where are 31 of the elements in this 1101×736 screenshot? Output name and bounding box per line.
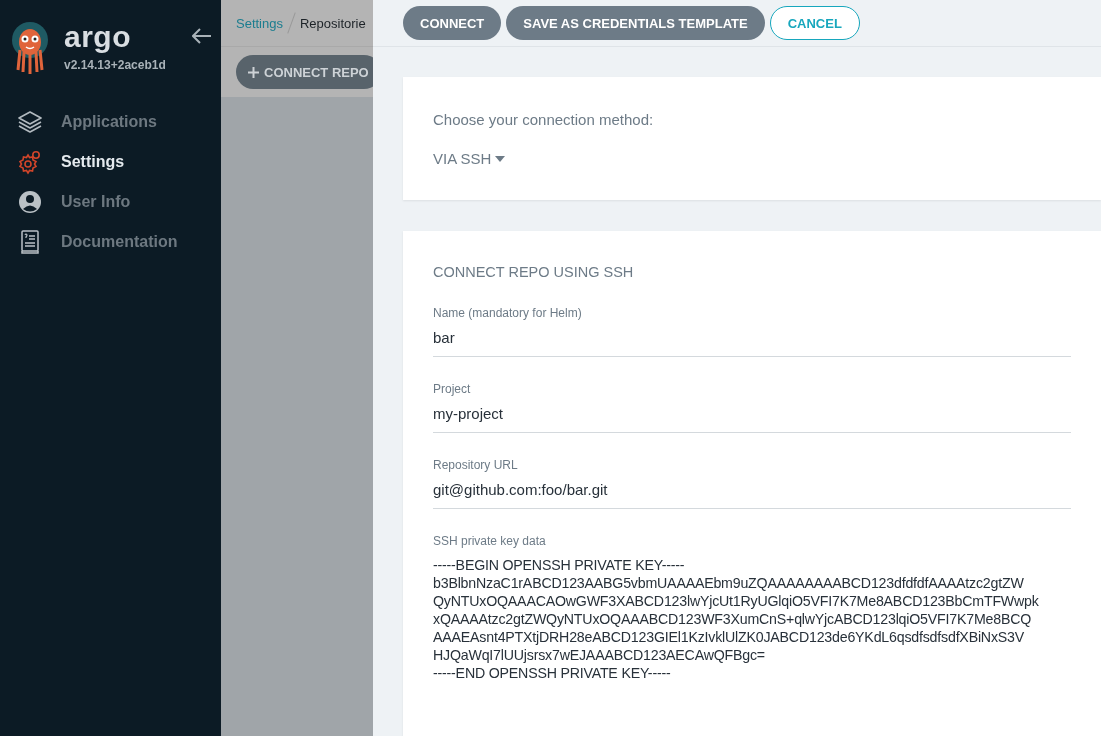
repository-url-field[interactable]: git@github.com:foo/bar.git: [433, 472, 1071, 508]
connect-repo-button[interactable]: CONNECT REPO: [236, 55, 373, 89]
plus-icon: [248, 66, 259, 78]
action-button[interactable]: CONNECT: [403, 6, 502, 40]
field-label: Project: [433, 382, 472, 396]
breadcrumb-current: Repositorie: [300, 15, 366, 31]
layers-icon: [17, 109, 43, 135]
gears-icon: [17, 149, 43, 175]
version-text: v2.14.13+2aceb1d: [64, 58, 166, 72]
back-arrow-icon[interactable]: [191, 28, 212, 44]
private-key-textarea[interactable]: -----BEGIN OPENSSH PRIVATE KEY----- b3BlbnNzaC1rABCD123AABG5vbmUAAAAEbm9uZQAAAAAAAABCD123dfdfdfAAAAtzc2gtZW QyNTUxOQAAACAOwGWF3XABCD123lwYjcUt1RyUGlqiO5VFI7K7Me8ABCD123BbCmTFWwpk xQAAAAtzc2gtZWQyNTUxOQAAABCD123WF3XumCnS+qlwYjcABCD123lqiO5VFI7K7Me8BCQ AAAEAsnt4PTXtjDRH28eABCD123GIEl1KzIvklUlZK0JABCD123de6YKdL6qsdfsdfsdfXBiNxS3V HJQaWqI7lUUjsrsx7wEJAAABCD123AECAwQFBgc= -----END OPENSSH PRIVATE KEY-----: [433, 548, 1071, 682]
connection-method-prompt: Choose your connection method:: [433, 111, 655, 128]
logo-text: argo: [64, 22, 132, 52]
field-label: Name (mandatory for Helm): [433, 306, 583, 320]
sidebar-nav-item[interactable]: User Info: [0, 182, 221, 222]
form-title: CONNECT REPO USING SSH: [433, 264, 635, 280]
project-field[interactable]: my-project: [433, 396, 1071, 432]
sidebar-nav-item[interactable]: Settings: [0, 142, 221, 182]
name-field[interactable]: bar: [433, 320, 1071, 356]
book-icon: [20, 230, 40, 254]
field-label: Repository URL: [433, 458, 519, 472]
octopus-mascot-logo: [10, 22, 50, 74]
sidebar-nav-item[interactable]: Applications: [0, 102, 221, 142]
user-avatar-icon: [18, 190, 42, 214]
field-label: SSH private key data: [433, 534, 547, 548]
caret-icon: [495, 155, 506, 162]
connection-method-dropdown[interactable]: VIA SSH: [433, 150, 506, 167]
breadcrumb-link[interactable]: Settings: [236, 15, 283, 31]
sidebar-nav-item[interactable]: Documentation: [0, 222, 221, 262]
cancel-button[interactable]: CANCEL: [769, 6, 860, 40]
action-button[interactable]: SAVE AS CREDENTIALS TEMPLATE: [506, 6, 765, 40]
